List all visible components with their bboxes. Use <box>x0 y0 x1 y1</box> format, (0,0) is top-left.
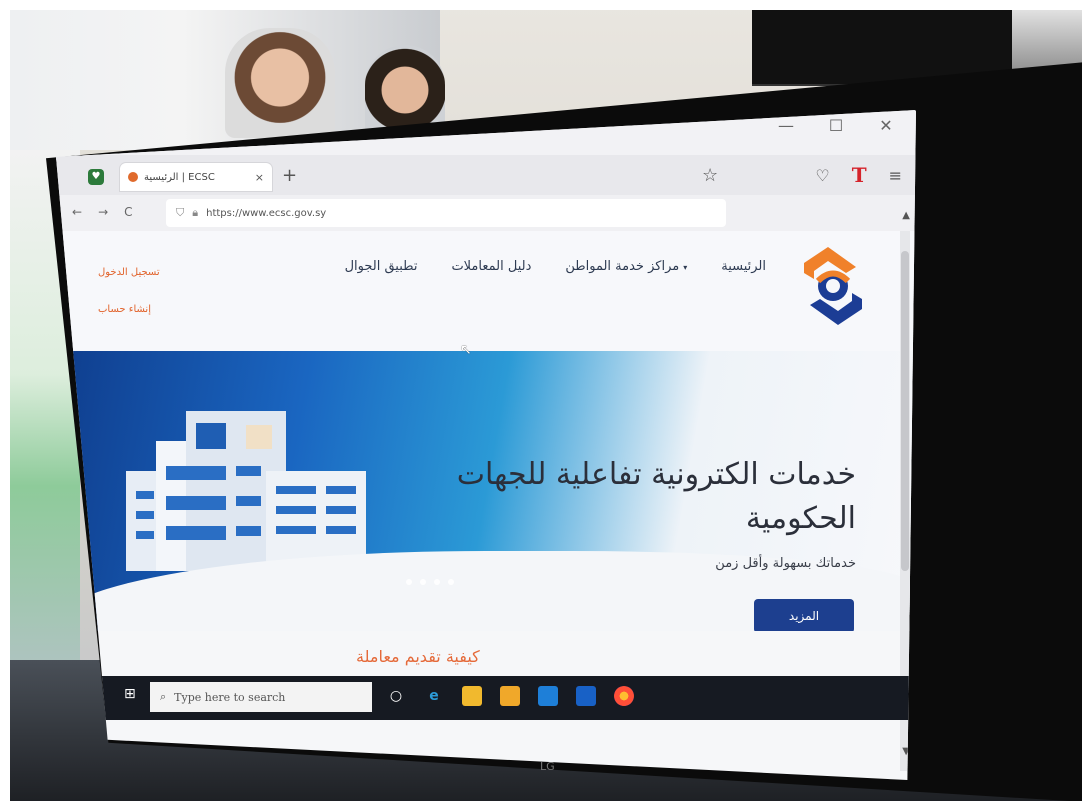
nav-home[interactable]: الرئيسية <box>721 259 766 274</box>
mouse-cursor-icon: ↖ <box>460 342 472 358</box>
taskbar-apps: ○ e <box>386 686 634 706</box>
extension-shield-icon[interactable]: ♥ <box>88 169 104 185</box>
login-link[interactable]: تسجيل الدخول <box>98 267 160 278</box>
lock-icon[interactable]: 🔒︎ <box>192 206 198 220</box>
new-tab-button[interactable]: + <box>282 165 297 186</box>
nav-service-centers-label: مراكز خدمة المواطن <box>565 259 680 274</box>
close-window-button[interactable]: ✕ <box>876 116 896 135</box>
carousel-dot[interactable] <box>406 579 412 585</box>
nav-mobile-app[interactable]: تطبيق الجوال <box>345 259 418 274</box>
menu-hamburger-icon[interactable]: ≡ <box>889 166 902 185</box>
extension-t-icon[interactable]: T <box>852 163 867 187</box>
site-header: الرئيسية مراكز خدمة المواطن ▾ دليل المعام… <box>56 231 916 351</box>
maximize-button[interactable]: ☐ <box>826 116 846 135</box>
scrollbar-thumb[interactable] <box>901 251 909 571</box>
tab-strip: ♥ الرئيسية | ECSC × + ☆ ♡ T ≡ <box>56 155 916 195</box>
address-bar[interactable]: ⛉ 🔒︎ https://www.ecsc.gov.sy <box>166 199 726 227</box>
carousel-dot[interactable] <box>434 579 440 585</box>
site-favicon-icon <box>128 172 138 182</box>
navigation-bar: ← → C ⛉ 🔒︎ https://www.ecsc.gov.sy <box>56 195 916 231</box>
hero-subtitle: خدماتك بسهولة وأقل زمن <box>715 556 856 571</box>
taskbar-search-placeholder: Type here to search <box>174 690 286 704</box>
hero-title: خدمات الكترونية تفاعلية للجهات الحكومية <box>456 457 856 536</box>
windows-taskbar: ⊞ ⌕ Type here to search ○ e <box>56 676 916 720</box>
hero-banner: خدمات الكترونية تفاعلية للجهات الحكومية … <box>56 351 916 631</box>
url-text[interactable]: https://www.ecsc.gov.sy <box>206 208 326 219</box>
nav-transactions-guide[interactable]: دليل المعاملات <box>451 259 531 274</box>
back-arrow-icon[interactable]: ← <box>72 205 82 219</box>
carousel-dot[interactable] <box>420 579 426 585</box>
bookmark-star-icon[interactable]: ☆ <box>702 165 718 186</box>
browser-tab-active[interactable]: الرئيسية | ECSC × <box>120 163 272 191</box>
edge-browser-icon[interactable]: e <box>424 686 444 706</box>
task-view-icon[interactable]: ○ <box>386 686 406 706</box>
auth-links: تسجيل الدخول إنشاء حساب <box>98 267 160 315</box>
hero-more-button[interactable]: المزيد <box>754 599 854 631</box>
background-poster <box>10 0 445 150</box>
main-navigation: الرئيسية مراكز خدمة المواطن ▾ دليل المعام… <box>345 259 766 274</box>
register-link[interactable]: إنشاء حساب <box>98 304 160 315</box>
tab-title: الرئيسية | ECSC <box>144 171 215 183</box>
window-controls: — ☐ ✕ <box>776 116 896 135</box>
taskbar-search-box[interactable]: ⌕ Type here to search <box>150 682 372 712</box>
tab-close-icon[interactable]: × <box>255 171 264 184</box>
tracking-shield-icon[interactable]: ⛉ <box>176 206 184 220</box>
scroll-up-arrow-icon[interactable]: ▲ <box>902 210 910 221</box>
nav-service-centers[interactable]: مراكز خدمة المواطن ▾ <box>565 259 687 274</box>
minimize-button[interactable]: — <box>776 116 796 135</box>
pocket-icon[interactable]: ♡ <box>815 166 829 185</box>
windows-start-icon[interactable]: ⊞ <box>124 686 142 704</box>
section-title: كيفية تقديم معاملة <box>356 647 480 666</box>
monitor-screen: — ☐ ✕ ♥ الرئيسية | ECSC × + ☆ ♡ T ≡ ← → … <box>56 110 916 780</box>
nav-arrows: ← → C <box>72 205 133 219</box>
forward-arrow-icon[interactable]: → <box>98 205 108 219</box>
browser-toolbar-right: ♡ T ≡ <box>815 163 902 187</box>
dropdown-caret-icon: ▾ <box>683 263 688 272</box>
carousel-dot[interactable] <box>448 579 454 585</box>
carousel-dots <box>406 579 454 585</box>
media-player-icon[interactable] <box>576 686 596 706</box>
file-explorer-icon[interactable] <box>462 686 482 706</box>
firefox-icon[interactable] <box>614 686 634 706</box>
mail-icon[interactable] <box>538 686 558 706</box>
reload-icon[interactable]: C <box>124 205 132 219</box>
photo-background: LG — ☐ ✕ ♥ الرئيسية | ECSC × + ☆ ♡ T ≡ ←… <box>0 0 1092 811</box>
search-icon: ⌕ <box>160 690 167 703</box>
store-icon[interactable] <box>500 686 520 706</box>
ecsc-logo[interactable] <box>798 241 868 331</box>
poster-person <box>225 28 335 138</box>
